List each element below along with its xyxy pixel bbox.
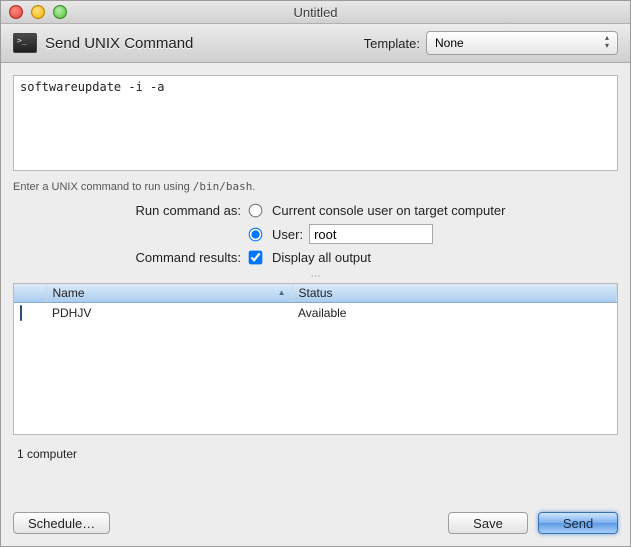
run-as-label: Run command as:: [13, 203, 249, 218]
schedule-button[interactable]: Schedule…: [13, 512, 110, 534]
resize-grip-icon[interactable]: ⋯: [13, 273, 618, 283]
user-field[interactable]: [309, 224, 433, 244]
titlebar: Untitled: [1, 1, 630, 24]
run-as-current-user-label: Current console user on target computer: [272, 203, 505, 218]
run-as-user-row: User:: [13, 224, 618, 244]
hint-path: /bin/bash: [193, 180, 253, 193]
chevron-updown-icon: ▴▾: [603, 34, 611, 50]
table-header-row: Name Status: [14, 284, 617, 303]
terminal-icon: [13, 33, 37, 53]
computer-icon: [20, 306, 38, 320]
footer: Schedule… Save Send: [13, 512, 618, 534]
run-as-row: Run command as: Current console user on …: [13, 203, 618, 218]
hint-suffix: .: [252, 181, 255, 193]
command-textarea[interactable]: [13, 75, 618, 171]
template-label: Template:: [364, 36, 420, 51]
cell-status: Available: [292, 303, 617, 324]
results-label: Command results:: [13, 250, 249, 265]
traffic-lights: [9, 5, 67, 19]
send-button[interactable]: Send: [538, 512, 618, 534]
run-as-user-radio[interactable]: [249, 227, 263, 241]
template-select-value: None: [435, 36, 464, 50]
template-select[interactable]: None ▴▾: [426, 31, 618, 55]
column-status[interactable]: Status: [292, 284, 617, 303]
page-title: Send UNIX Command: [45, 35, 193, 52]
close-icon[interactable]: [9, 5, 23, 19]
hint-prefix: Enter a UNIX command to run using: [13, 181, 193, 193]
computer-count: 1 computer: [17, 447, 614, 461]
command-hint: Enter a UNIX command to run using /bin/b…: [13, 180, 618, 193]
options: Run command as: Current console user on …: [13, 203, 618, 265]
save-button[interactable]: Save: [448, 512, 528, 534]
run-as-user-label: User:: [272, 227, 303, 242]
computer-table: Name Status PDHJV Available: [13, 283, 618, 435]
results-row: Command results: Display all output: [13, 250, 618, 265]
window: Untitled Send UNIX Command Template: Non…: [0, 0, 631, 547]
display-all-output-label: Display all output: [272, 250, 371, 265]
window-title: Untitled: [1, 5, 630, 20]
run-as-current-user-radio[interactable]: [249, 204, 263, 218]
zoom-icon[interactable]: [53, 5, 67, 19]
table-row[interactable]: PDHJV Available: [14, 303, 617, 324]
toolbar: Send UNIX Command Template: None ▴▾: [1, 24, 630, 63]
content: Enter a UNIX command to run using /bin/b…: [1, 63, 630, 461]
cell-name: PDHJV: [46, 303, 292, 324]
column-icon[interactable]: [14, 284, 46, 303]
display-all-output-checkbox[interactable]: [249, 251, 263, 265]
column-name[interactable]: Name: [46, 284, 292, 303]
minimize-icon[interactable]: [31, 5, 45, 19]
